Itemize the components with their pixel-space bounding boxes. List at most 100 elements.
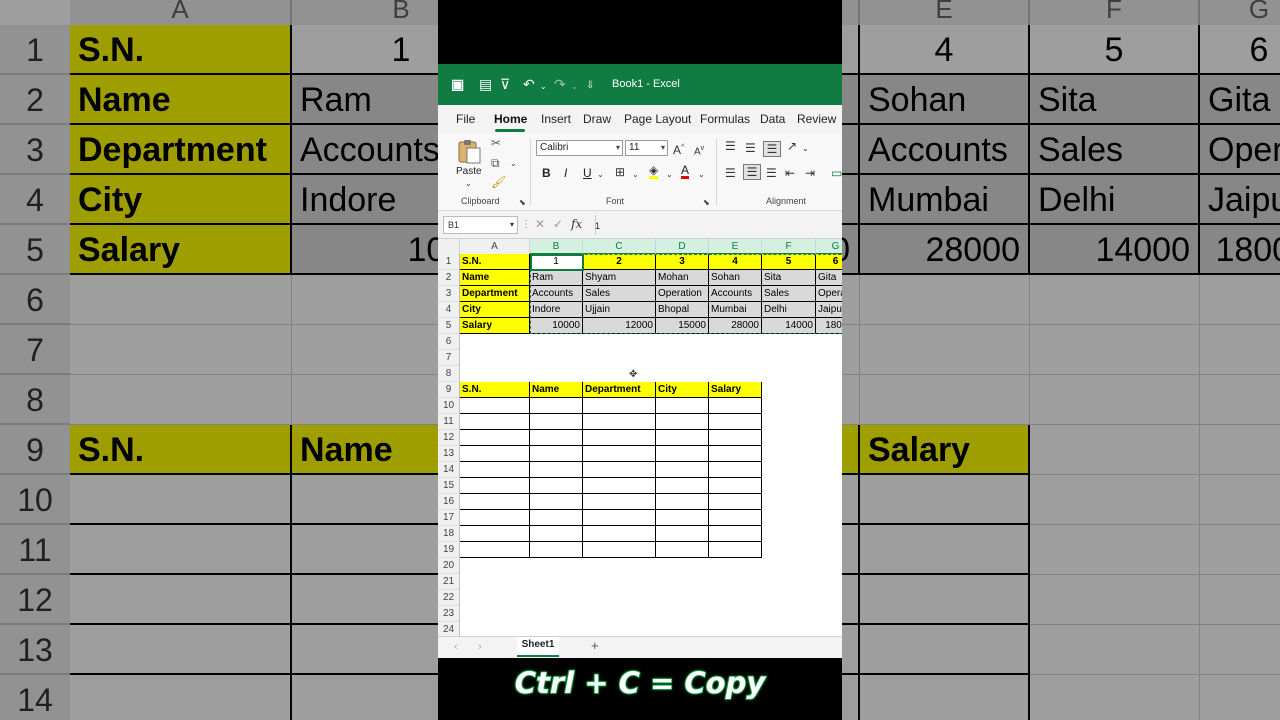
cell-b13[interactable] (530, 446, 583, 462)
row-header-10[interactable]: 10 (438, 398, 460, 414)
font-name-select[interactable]: Calibri ▾ (536, 140, 623, 156)
prev-sheet-icon[interactable]: ‹ (454, 640, 458, 654)
italic-button[interactable]: I (564, 166, 567, 180)
align-left-icon[interactable]: ☰ (725, 166, 736, 180)
fill-color-icon[interactable]: ◈ (649, 164, 659, 179)
sheet-tab-sheet1[interactable]: Sheet1 (517, 637, 559, 657)
align-center-icon[interactable]: ☰ (743, 164, 761, 180)
row-header-19[interactable]: 19 (438, 542, 460, 558)
cut-icon[interactable]: ✂ (491, 136, 501, 150)
cell-b16[interactable] (530, 494, 583, 510)
tab-file[interactable]: File (456, 112, 475, 126)
cell-c18[interactable] (583, 526, 656, 542)
cell-c1[interactable]: 2 (583, 254, 656, 270)
cell-b5[interactable]: 10000 (530, 318, 583, 334)
row-header-1[interactable]: 1 (438, 254, 460, 270)
cell-c10[interactable] (583, 398, 656, 414)
row-header-2[interactable]: 2 (438, 270, 460, 286)
orientation-dropdown-icon[interactable]: ⌄ (802, 142, 809, 156)
row-header-17[interactable]: 17 (438, 510, 460, 526)
cell-a18[interactable] (460, 526, 530, 542)
cell-d5[interactable]: 15000 (656, 318, 709, 334)
cell-e1[interactable]: 4 (709, 254, 762, 270)
cell-b11[interactable] (530, 414, 583, 430)
font-launcher-icon[interactable]: ⬊ (703, 196, 710, 210)
cell-b14[interactable] (530, 462, 583, 478)
redo-dropdown-icon[interactable]: ⌄ (571, 79, 578, 95)
fill-color-dropdown-icon[interactable]: ⌄ (666, 168, 673, 182)
orientation-icon[interactable]: ↗ (787, 139, 797, 153)
cell-b1[interactable]: 1 (530, 254, 583, 270)
cell-a12[interactable] (460, 430, 530, 446)
cell-b18[interactable] (530, 526, 583, 542)
clipboard-launcher-icon[interactable]: ⬊ (519, 196, 526, 210)
cell-e14[interactable] (709, 462, 762, 478)
cell-c13[interactable] (583, 446, 656, 462)
paste-icon[interactable] (456, 137, 484, 165)
name-box[interactable]: B1 ▾ (443, 216, 518, 234)
row-header-23[interactable]: 23 (438, 606, 460, 622)
cell-e18[interactable] (709, 526, 762, 542)
cell-e2[interactable]: Sohan (709, 270, 762, 286)
borders-icon[interactable]: ⊞ (615, 165, 625, 179)
cell-d4[interactable]: Bhopal (656, 302, 709, 318)
column-header-c[interactable]: C (583, 239, 656, 255)
cell-g4[interactable]: Jaipur (816, 302, 842, 318)
cell-c12[interactable] (583, 430, 656, 446)
cell-e10[interactable] (709, 398, 762, 414)
font-color-dropdown-icon[interactable]: ⌄ (698, 168, 705, 182)
cancel-entry-icon[interactable]: ✕ (535, 217, 545, 231)
row-header-11[interactable]: 11 (438, 414, 460, 430)
cell-a3[interactable]: Department (460, 286, 530, 302)
cell-g5[interactable]: 18000 (816, 318, 842, 334)
cell-g2[interactable]: Gita (816, 270, 842, 286)
cell-b12[interactable] (530, 430, 583, 446)
cell-a10[interactable] (460, 398, 530, 414)
column-header-e[interactable]: E (709, 239, 762, 255)
cell-e4[interactable]: Mumbai (709, 302, 762, 318)
cell-a19[interactable] (460, 542, 530, 558)
row-header-18[interactable]: 18 (438, 526, 460, 542)
undo-dropdown-icon[interactable]: ⌄ (540, 79, 547, 95)
font-size-select[interactable]: 11 ▾ (625, 140, 668, 156)
cell-c19[interactable] (583, 542, 656, 558)
cell-g1[interactable]: 6 (816, 254, 842, 270)
cell-b10[interactable] (530, 398, 583, 414)
select-all-corner[interactable] (438, 239, 460, 255)
copy-dropdown-icon[interactable]: ⌄ (510, 157, 517, 171)
align-top-icon[interactable]: ☰ (725, 139, 736, 153)
cell-c15[interactable] (583, 478, 656, 494)
row-header-14[interactable]: 14 (438, 462, 460, 478)
formula-input[interactable]: 1 (595, 219, 600, 233)
cell-a5[interactable]: Salary (460, 318, 530, 334)
cell-d18[interactable] (656, 526, 709, 542)
row-header-20[interactable]: 20 (438, 558, 460, 574)
cell-d16[interactable] (656, 494, 709, 510)
cell-b2[interactable]: Ram (530, 270, 583, 286)
underline-dropdown-icon[interactable]: ⌄ (597, 168, 604, 182)
cell-a9[interactable]: S.N. (460, 382, 530, 398)
cell-e17[interactable] (709, 510, 762, 526)
row-header-13[interactable]: 13 (438, 446, 460, 462)
confirm-entry-icon[interactable]: ✓ (553, 217, 563, 231)
cell-b19[interactable] (530, 542, 583, 558)
increase-indent-icon[interactable]: ⇥ (805, 166, 815, 180)
bold-button[interactable]: B (542, 166, 551, 180)
cell-e13[interactable] (709, 446, 762, 462)
column-header-b[interactable]: B (530, 239, 583, 255)
cell-a2[interactable]: Name (460, 270, 530, 286)
cell-d19[interactable] (656, 542, 709, 558)
row-header-3[interactable]: 3 (438, 286, 460, 302)
row-header-16[interactable]: 16 (438, 494, 460, 510)
wrap-text-icon[interactable]: ▭ (831, 166, 842, 180)
row-header-5[interactable]: 5 (438, 318, 460, 334)
cell-c3[interactable]: Sales (583, 286, 656, 302)
column-header-f[interactable]: F (762, 239, 816, 255)
shrink-font-icon[interactable]: Av (694, 142, 704, 159)
cell-d1[interactable]: 3 (656, 254, 709, 270)
more-options-icon[interactable]: ⋮ (521, 218, 531, 232)
cell-d14[interactable] (656, 462, 709, 478)
tab-insert[interactable]: Insert (541, 112, 571, 126)
cell-f1[interactable]: 5 (762, 254, 816, 270)
cell-c16[interactable] (583, 494, 656, 510)
